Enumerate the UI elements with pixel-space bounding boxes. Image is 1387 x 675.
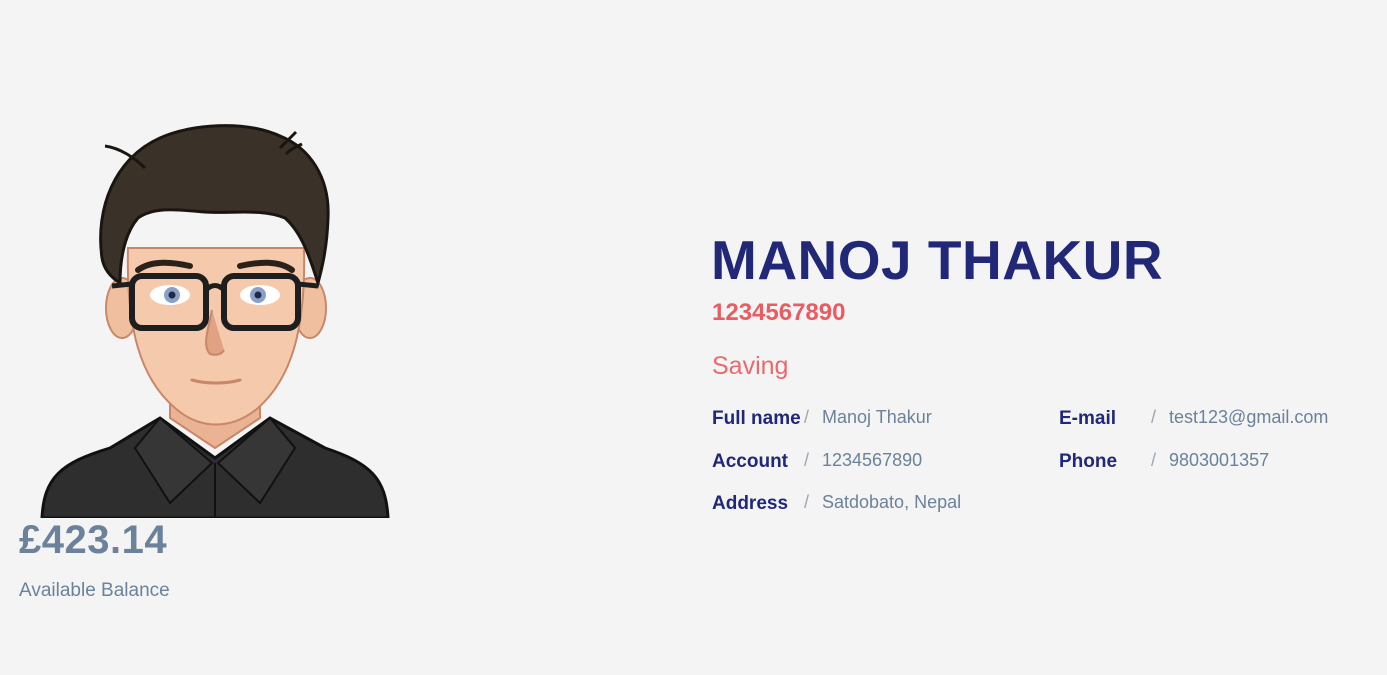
detail-separator: / <box>804 450 810 470</box>
detail-value: 1234567890 <box>822 450 923 470</box>
detail-value: test123@gmail.com <box>1169 407 1329 427</box>
detail-separator: / <box>1151 450 1157 470</box>
detail-separator: / <box>804 492 810 512</box>
cartoon-man-avatar-icon <box>40 124 390 518</box>
detail-value: Manoj Thakur <box>822 407 932 427</box>
detail-separator: / <box>804 407 810 427</box>
profile-account-type: Saving <box>712 352 789 380</box>
detail-separator: / <box>1151 407 1157 427</box>
detail-label: Full name <box>712 408 801 429</box>
detail-label: Account <box>712 451 788 472</box>
balance-label: Available Balance <box>19 580 170 601</box>
detail-label: Phone <box>1059 451 1118 472</box>
detail-label: Address <box>712 493 789 514</box>
detail-value: 9803001357 <box>1169 450 1270 470</box>
profile-page: £423.14 Available Balance MANOJ THAKUR 1… <box>0 0 1387 675</box>
avatar <box>40 118 390 518</box>
detail-value: Satdobato, Nepal <box>822 492 962 512</box>
profile-name: MANOJ THAKUR <box>711 229 1164 291</box>
balance-amount: £423.14 <box>19 518 168 562</box>
detail-label: E-mail <box>1059 408 1117 429</box>
profile-account-number: 1234567890 <box>712 299 846 326</box>
